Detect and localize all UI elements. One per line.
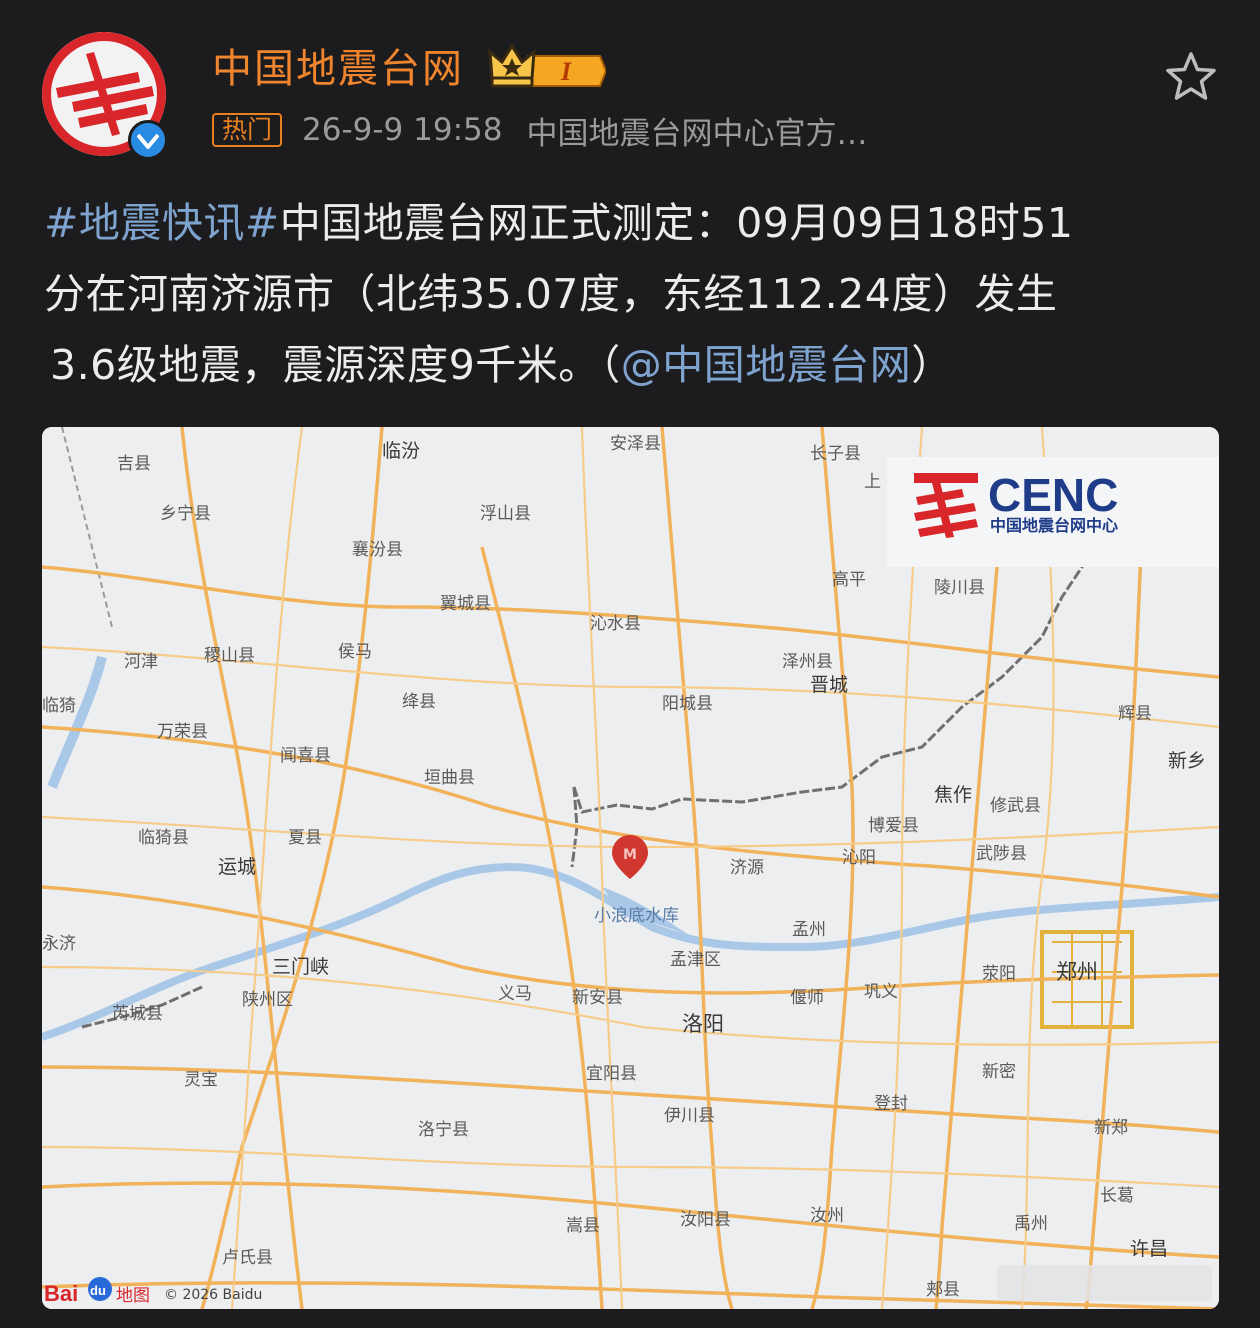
map-label: 孟津区 [670,950,721,970]
map-label: 嵩县 [566,1216,600,1236]
map-copyright: © 2026 Baidu [164,1287,262,1303]
author-name[interactable]: 中国地震台网 [212,44,464,94]
verified-icon [128,120,168,160]
member-level-label: I [560,57,572,86]
map-label: 洛阳 [682,1012,724,1036]
map-label: 伊川县 [664,1106,715,1126]
map-label: 沁阳 [842,848,876,868]
map-label: 汝州 [810,1206,844,1226]
map-label: 许昌 [1130,1238,1168,1260]
post-line-3: 3.6级地震，震源深度9千米。（@中国地震台网） [44,330,1219,401]
map-label: 万荣县 [157,722,208,742]
map-label: 翼城县 [440,594,491,614]
map-label: 新密 [982,1062,1016,1082]
map-label: 运城 [218,856,256,878]
map-label: 沁水县 [590,614,641,634]
map-label: 郏县 [926,1280,960,1300]
baidu-logo-map: 地图 [116,1286,150,1306]
map-label: 义马 [498,984,532,1004]
map-label: 临猗 [42,696,76,716]
hashtag-link[interactable]: #地震快讯# [44,199,280,247]
map-label: 襄汾县 [352,539,403,560]
baidu-logo-text: Bai [44,1281,78,1306]
post-line-3-text: 3.6级地震，震源深度9千米。（ [50,341,621,389]
map-label: 新安县 [572,988,623,1008]
map-label: 吉县 [117,454,151,474]
cenc-logo-subtitle: 中国地震台网中心 [990,516,1118,535]
map-label: 垣曲县 [424,768,475,788]
map-label: 闻喜县 [280,746,331,766]
map-label: 三门峡 [272,956,329,978]
map-label: 洛宁县 [418,1120,469,1140]
map-label: 泽州县 [782,652,833,672]
map-label: 安泽县 [610,434,661,454]
map-label: 陕州区 [242,990,293,1010]
post-line-3-end: ） [911,341,953,389]
map-label: 临汾 [382,440,420,462]
map-label: 登封 [874,1094,908,1114]
map-label: 新郑 [1094,1118,1128,1138]
map-label: 荥阳 [982,964,1016,984]
map-label: 博爱县 [868,816,919,836]
map-label: 高平 [832,570,866,590]
baidu-logo-du: du [90,1283,106,1298]
map-label: 陵川县 [934,578,985,598]
map-label: 济源 [730,858,764,878]
map-label: 晋城 [810,674,848,696]
post-meta: 热门 26-9-9 19:58 中国地震台网中心官方… [212,110,868,152]
map-label: 长葛 [1100,1186,1134,1206]
map-label: 修武县 [990,796,1041,816]
map-label: 芮城县 [112,1004,163,1024]
post-timestamp: 26-9-9 19:58 [302,112,503,148]
map-label: 绛县 [402,692,436,712]
map-label: 焦作 [934,784,972,806]
map-label: 上 [864,472,881,492]
favorite-star-icon[interactable] [1164,50,1218,104]
post-source: 中国地震台网中心官方… [526,115,868,152]
map-label: 侯马 [338,642,372,662]
svg-text:M: M [623,847,637,863]
map-label: 阳城县 [662,694,713,714]
map-label: 新乡 [1168,750,1206,772]
map-label: 孟州 [792,920,826,940]
map-label: 武陟县 [976,844,1027,864]
map-label: 卢氏县 [222,1248,273,1268]
map-label: 小浪底水库 [594,906,679,926]
map-label: 永济 [42,934,76,954]
map-label: 禹州 [1014,1214,1048,1234]
member-crown-badge[interactable]: I [488,43,608,94]
post-line-1: #地震快讯#中国地震台网正式测定：09月09日18时51 [44,188,1219,259]
cenc-logo-text: CENC [988,469,1118,521]
map-label: 巩义 [864,982,898,1002]
mention-link[interactable]: @中国地震台网 [621,341,912,389]
map-label: 灵宝 [184,1070,218,1090]
map-label: 偃师 [790,988,824,1008]
map-label: 汝阳县 [680,1210,731,1230]
earthquake-map-image[interactable]: CENC 中国地震台网中心 M 吉县 临汾 安泽县 长子县 上 乡宁县 浮山县 … [42,427,1219,1309]
map-label: 郑州 [1056,960,1098,984]
map-label: 临猗县 [138,828,189,848]
map-label: 宜阳县 [586,1064,637,1084]
map-label: 辉县 [1118,704,1152,724]
map-label: 乡宁县 [160,504,211,524]
post-line-2: 分在河南济源市（北纬35.07度，东经112.24度）发生 [44,270,1058,318]
map-label: 夏县 [288,828,322,848]
map-label: 浮山县 [480,504,531,524]
post-body: #地震快讯#中国地震台网正式测定：09月09日18时51 分在河南济源市（北纬3… [44,188,1219,401]
hot-badge: 热门 [212,113,283,147]
map-label: 河津 [124,652,158,672]
map-label: 稷山县 [204,646,255,666]
post-line-1-text: 中国地震台网正式测定：09月09日18时51 [279,199,1074,247]
map-label: 长子县 [810,444,861,464]
